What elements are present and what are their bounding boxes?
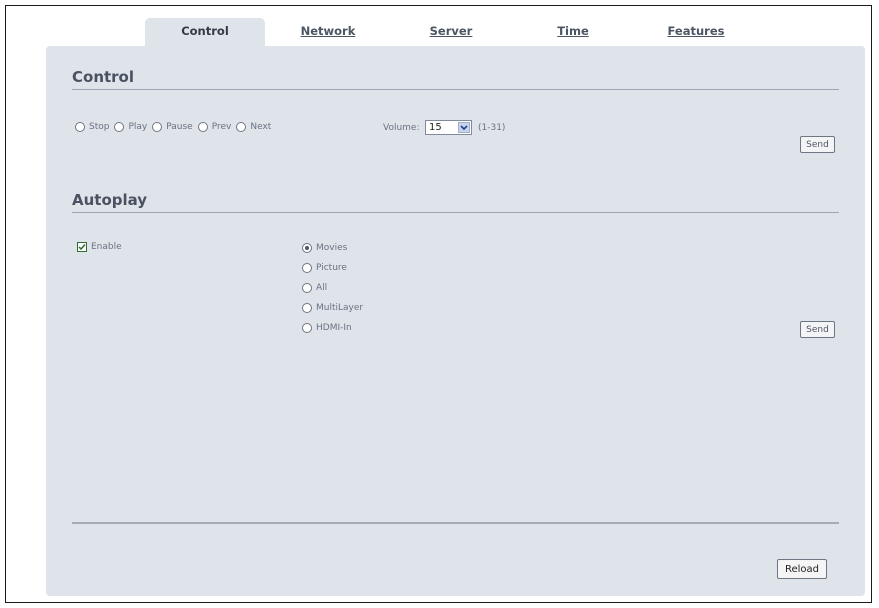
- tab-network[interactable]: Network: [288, 18, 368, 48]
- footer-divider: [72, 522, 839, 524]
- radio-stop-label: Stop: [89, 122, 110, 132]
- radio-picture[interactable]: Picture: [302, 263, 347, 273]
- radio-circle-icon: [75, 122, 85, 132]
- tab-server[interactable]: Server: [411, 18, 491, 48]
- tab-bar: Control Network Server Time Features: [6, 6, 871, 48]
- radio-pause-label: Pause: [166, 122, 193, 132]
- radio-circle-icon: [236, 122, 247, 132]
- radio-hdmi-in[interactable]: HDMI-In: [302, 323, 352, 333]
- radio-play[interactable]: Play: [114, 122, 147, 132]
- reload-button[interactable]: Reload: [777, 559, 827, 579]
- autoplay-enable-label: Enable: [91, 242, 122, 252]
- control-section-title: Control: [72, 68, 135, 86]
- radio-all-label: All: [316, 283, 328, 293]
- control-send-button[interactable]: Send: [800, 136, 835, 153]
- autoplay-send-button[interactable]: Send: [800, 321, 835, 338]
- autoplay-enable-checkbox[interactable]: Enable: [77, 242, 122, 252]
- radio-pause[interactable]: Pause: [152, 122, 193, 132]
- playback-action-group: Stop Play Pause Prev Next: [75, 122, 276, 132]
- tab-time[interactable]: Time: [533, 18, 613, 48]
- control-divider: [72, 89, 839, 90]
- radio-next[interactable]: Next: [236, 122, 271, 132]
- radio-circle-icon: [302, 323, 312, 333]
- radio-movies-label: Movies: [316, 243, 348, 253]
- radio-circle-icon: [114, 122, 125, 132]
- radio-all[interactable]: All: [302, 283, 327, 293]
- tab-features[interactable]: Features: [656, 18, 736, 48]
- radio-circle-icon: [302, 303, 312, 313]
- volume-range-hint: (1-31): [478, 123, 506, 133]
- radio-multilayer-label: MultiLayer: [316, 303, 364, 313]
- content-panel: Control Stop Play Pause Prev Next Volume…: [46, 46, 865, 596]
- radio-movies[interactable]: Movies: [302, 243, 347, 253]
- radio-circle-icon: [302, 263, 312, 273]
- volume-select[interactable]: 15: [425, 120, 472, 135]
- radio-prev-label: Prev: [211, 122, 232, 132]
- radio-next-label: Next: [250, 122, 272, 132]
- radio-play-label: Play: [128, 122, 148, 132]
- volume-select-value: 15: [429, 122, 442, 133]
- page-frame: Control Network Server Time Features Con…: [5, 5, 872, 603]
- radio-circle-icon: [302, 283, 312, 293]
- radio-hdmi-in-label: HDMI-In: [316, 323, 352, 333]
- tab-control[interactable]: Control: [145, 18, 265, 48]
- radio-selected-icon: [302, 243, 312, 253]
- checkmark-icon: [77, 242, 87, 252]
- radio-stop[interactable]: Stop: [75, 122, 109, 132]
- radio-multilayer[interactable]: MultiLayer: [302, 303, 363, 313]
- radio-circle-icon: [152, 122, 163, 132]
- chevron-down-icon: [458, 122, 470, 133]
- radio-prev[interactable]: Prev: [197, 122, 232, 132]
- radio-picture-label: Picture: [316, 263, 347, 273]
- radio-circle-icon: [197, 122, 208, 132]
- autoplay-divider: [72, 212, 839, 213]
- volume-label: Volume:: [383, 123, 420, 133]
- autoplay-section-title: Autoplay: [72, 191, 148, 209]
